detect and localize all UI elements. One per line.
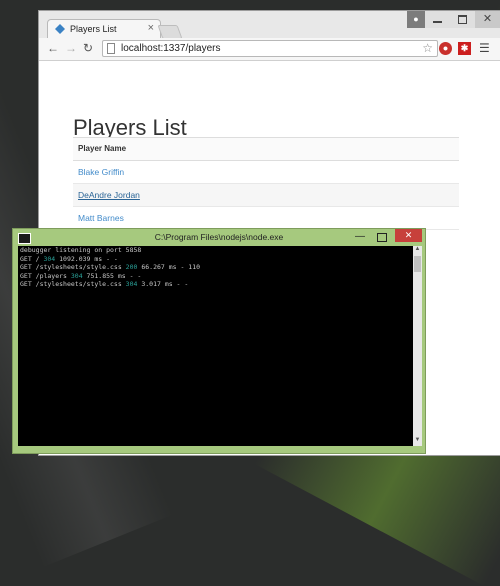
player-link[interactable]: Blake Griffin: [78, 167, 124, 177]
player-link[interactable]: Matt Barnes: [78, 213, 124, 223]
back-arrow-icon[interactable]: ←: [47, 41, 59, 55]
url-text: localhost:1337/players: [121, 43, 221, 54]
players-table: Player Name Blake Griffin DeAndre Jordan…: [73, 137, 459, 230]
table-row: Blake Griffin: [73, 160, 459, 184]
console-line: GET /stylesheets/style.css 304 3.017 ms …: [20, 280, 189, 288]
menu-icon[interactable]: ☰: [479, 41, 490, 55]
status-code: 304: [43, 254, 56, 263]
table-row: DeAndre Jordan: [73, 183, 459, 207]
maximize-button[interactable]: [450, 11, 475, 28]
console-minimize-button[interactable]: —: [355, 231, 365, 242]
address-bar[interactable]: localhost:1337/players ☆: [102, 40, 438, 57]
scroll-up-arrow-icon[interactable]: ▲: [413, 246, 422, 255]
console-scrollbar[interactable]: ▲ ▼: [413, 246, 422, 446]
column-header: Player Name: [73, 137, 459, 161]
bookmark-star-icon[interactable]: ☆: [422, 41, 433, 55]
tab-title: Players List: [70, 24, 117, 34]
extension-icon[interactable]: ✱: [458, 42, 471, 55]
minimize-button[interactable]: [425, 11, 450, 28]
tab-close-icon[interactable]: ×: [148, 22, 154, 34]
scroll-down-arrow-icon[interactable]: ▼: [413, 437, 422, 446]
window-close-button[interactable]: ✕: [475, 11, 500, 28]
page-icon: [107, 43, 115, 54]
status-code: 304: [125, 280, 138, 288]
table-row: Matt Barnes: [73, 206, 459, 230]
console-maximize-button[interactable]: [377, 233, 387, 242]
status-code: 200: [125, 263, 138, 271]
scroll-thumb[interactable]: [414, 256, 421, 272]
favicon-icon: [55, 24, 65, 34]
new-tab-button[interactable]: [157, 25, 183, 39]
user-icon[interactable]: ●: [407, 11, 425, 28]
browser-toolbar: ← → ↻ localhost:1337/players ☆ ⏺ ✱ ☰: [39, 38, 500, 61]
reload-icon[interactable]: ↻: [83, 41, 93, 55]
console-close-button[interactable]: ✕: [395, 229, 422, 242]
player-link[interactable]: DeAndre Jordan: [78, 190, 140, 200]
status-code: 304: [70, 271, 83, 280]
console-window: C:\Program Files\nodejs\node.exe — ✕ deb…: [12, 228, 426, 454]
forward-arrow-icon[interactable]: →: [65, 41, 77, 55]
console-line: GET /players 304 751.855 ms - -: [20, 271, 142, 280]
tab-players-list[interactable]: Players List ×: [47, 19, 161, 39]
console-line: GET / 304 1092.039 ms - -: [20, 254, 118, 263]
extension-icon[interactable]: ⏺: [439, 42, 452, 55]
tab-strip: Players List × ● ✕: [39, 11, 500, 39]
console-line: GET /stylesheets/style.css 200 66.267 ms…: [20, 263, 201, 271]
console-line: debugger listening on port 5858: [20, 246, 142, 254]
console-output: debugger listening on port 5858 GET / 30…: [18, 246, 414, 446]
